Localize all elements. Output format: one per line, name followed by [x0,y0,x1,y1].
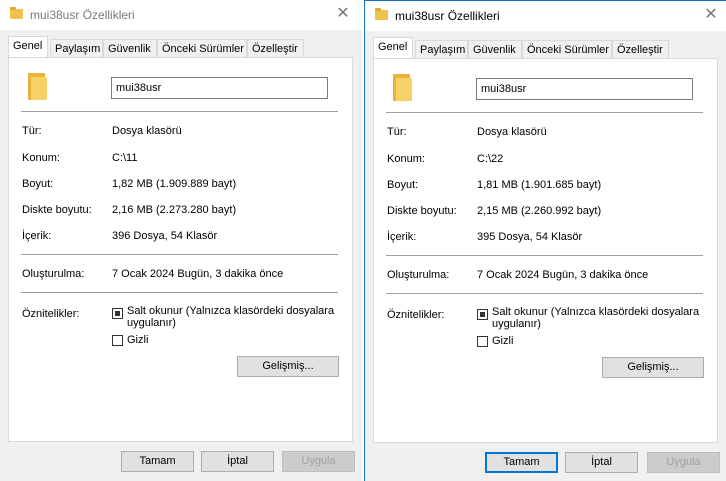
properties-window-left: mui38usr Özellikleri ✕ Genel Paylaşım Gü… [0,0,362,481]
location-label: Konum: [387,153,425,165]
close-icon[interactable]: ✕ [328,0,358,30]
contains-label: İçerik: [387,231,417,243]
divider [386,293,703,294]
size-on-disk-value: 2,16 MB (2.273.280 bayt) [112,204,237,216]
type-value: Dosya klasörü [477,126,547,138]
ok-button[interactable]: Tamam [485,452,558,473]
folder-icon [28,73,47,100]
tab-sharing[interactable]: Paylaşım [50,39,103,57]
tab-previous-versions[interactable]: Önceki Sürümler [522,40,612,58]
tab-general[interactable]: Genel [8,36,48,57]
folder-icon [375,8,388,20]
title-bar[interactable]: mui38usr Özellikleri ✕ [0,0,362,30]
readonly-label: Salt okunur (Yalnızca klasördeki dosyala… [492,306,700,330]
tab-previous-versions[interactable]: Önceki Sürümler [157,39,247,57]
location-label: Konum: [22,152,60,164]
location-value: C:\11 [112,152,138,164]
divider [386,112,703,113]
general-panel: Tür: Dosya klasörü Konum: C:\22 Boyut: 1… [373,58,718,443]
window-title: mui38usr Özellikleri [395,9,500,23]
folder-name-input[interactable] [476,78,693,100]
tab-customize[interactable]: Özelleştir [612,40,669,58]
folder-icon [10,7,23,19]
apply-button[interactable]: Uygula [282,451,355,472]
advanced-button[interactable]: Gelişmiş... [237,356,339,377]
contains-label: İçerik: [22,230,52,242]
divider [21,111,338,112]
divider [386,255,703,256]
properties-window-right: mui38usr Özellikleri ✕ Genel Paylaşım Gü… [364,0,726,481]
divider [21,254,338,255]
created-label: Oluşturulma: [22,268,85,280]
size-label: Boyut: [387,179,419,191]
folder-icon [393,74,412,101]
attributes-label: Öznitelikler: [387,309,445,321]
type-label: Tür: [387,126,407,138]
contains-value: 395 Dosya, 54 Klasör [477,231,583,243]
tab-security[interactable]: Güvenlik [103,39,157,57]
size-value: 1,82 MB (1.909.889 bayt) [112,178,237,190]
advanced-button[interactable]: Gelişmiş... [602,357,704,378]
apply-button[interactable]: Uygula [647,452,720,473]
hidden-checkbox[interactable] [112,335,123,346]
created-value: 7 Ocak 2024 Bugün, 3 dakika önce [112,268,284,280]
hidden-checkbox[interactable] [477,336,488,347]
tab-general[interactable]: Genel [373,37,413,58]
attributes-label: Öznitelikler: [22,308,80,320]
close-icon[interactable]: ✕ [696,1,726,31]
readonly-label: Salt okunur (Yalnızca klasördeki dosyala… [127,305,335,329]
readonly-checkbox[interactable] [477,309,488,320]
size-on-disk-label: Diskte boyutu: [387,205,457,217]
created-label: Oluşturulma: [387,269,450,281]
folder-name-input[interactable] [111,77,328,99]
size-value: 1,81 MB (1.901.685 bayt) [477,179,602,191]
type-label: Tür: [22,125,42,137]
size-on-disk-label: Diskte boyutu: [22,204,92,216]
tab-sharing[interactable]: Paylaşım [415,40,468,58]
cancel-button[interactable]: İptal [565,452,638,473]
ok-button[interactable]: Tamam [121,451,194,472]
readonly-checkbox[interactable] [112,308,123,319]
hidden-label: Gizli [492,335,514,347]
general-panel: Tür: Dosya klasörü Konum: C:\11 Boyut: 1… [8,57,353,442]
size-label: Boyut: [22,178,54,190]
window-title: mui38usr Özellikleri [30,8,135,22]
location-value: C:\22 [477,153,504,165]
divider [21,292,338,293]
created-value: 7 Ocak 2024 Bugün, 3 dakika önce [477,269,649,281]
tab-customize[interactable]: Özelleştir [247,39,304,57]
size-on-disk-value: 2,15 MB (2.260.992 bayt) [477,205,602,217]
type-value: Dosya klasörü [112,125,182,137]
tab-security[interactable]: Güvenlik [468,40,522,58]
hidden-label: Gizli [127,334,149,346]
cancel-button[interactable]: İptal [201,451,274,472]
contains-value: 396 Dosya, 54 Klasör [112,230,218,242]
title-bar[interactable]: mui38usr Özellikleri ✕ [365,1,726,31]
